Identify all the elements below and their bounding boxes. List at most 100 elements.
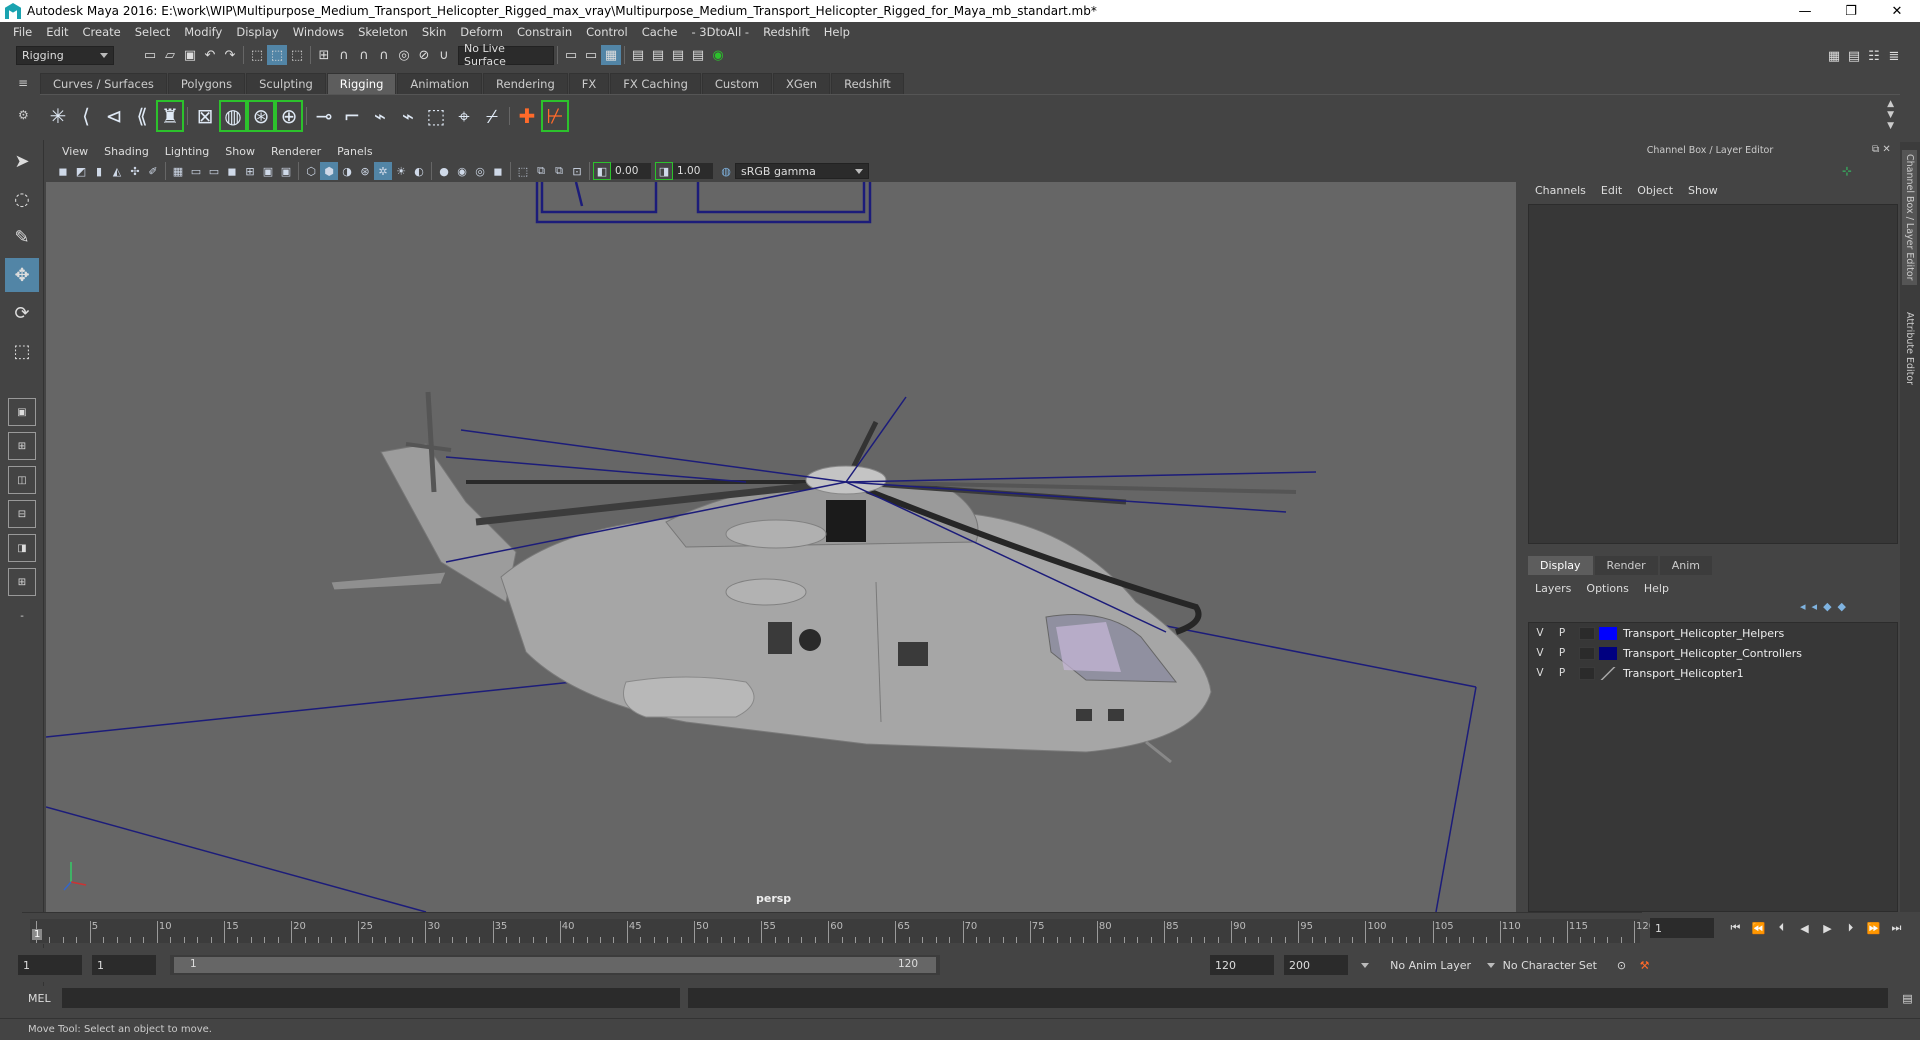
layer-tab-render[interactable]: Render [1594, 556, 1658, 575]
motion-blur-icon[interactable]: ● [435, 162, 453, 180]
ik-handle-icon[interactable]: ⊸ [310, 100, 338, 132]
open-scene-icon[interactable]: ▱ [160, 45, 180, 65]
time-slider-track[interactable]: 5 10 15 20 25 30 35 40 45 50 55 60 65 70 75 80 85 90 95 100… [30, 919, 1655, 943]
new-layer-icon[interactable]: ◆ [1823, 600, 1831, 613]
gamma-icon[interactable]: ◨ [655, 162, 673, 180]
layer-playback-toggle[interactable]: P [1551, 647, 1573, 659]
shelf-tab-fx[interactable]: FX [568, 73, 610, 94]
isolate-select-icon[interactable]: ◼ [489, 162, 507, 180]
shelf-settings-icon[interactable]: ⚙ [18, 108, 38, 122]
scene-start-field[interactable]: 1 [18, 955, 82, 975]
layer-menu-options[interactable]: Options [1581, 582, 1638, 595]
shelf-tab-rendering[interactable]: Rendering [483, 73, 568, 94]
shadows-icon[interactable]: ☀ [392, 162, 410, 180]
joint-tool-icon[interactable]: ✳ [44, 100, 72, 132]
shelf-tab-sculpting[interactable]: Sculpting [246, 73, 326, 94]
select-tool-icon[interactable]: ➤ [5, 144, 39, 178]
make-live-icon[interactable]: ⊘ [414, 45, 434, 65]
safe-action-icon[interactable]: ▣ [259, 162, 277, 180]
layer-display-type-swatch[interactable] [1579, 666, 1595, 680]
color-management-icon[interactable]: ◍ [717, 162, 735, 180]
wire-deformer-icon[interactable]: ⌖ [450, 100, 478, 132]
select-camera-icon[interactable]: ◼ [54, 162, 72, 180]
channel-box-axis-icon[interactable]: ⊹ [1842, 164, 1852, 178]
current-frame-field[interactable]: 1 [1650, 918, 1714, 938]
auto-key-icon[interactable]: ⊙ [1610, 955, 1633, 975]
ambient-occlusion-icon[interactable]: ◐ [410, 162, 428, 180]
menu-create[interactable]: Create [76, 25, 128, 39]
redo-icon[interactable]: ↷ [220, 45, 240, 65]
snap-point-icon[interactable]: ∩ [354, 45, 374, 65]
play-forwards-icon[interactable]: ▶ [1816, 918, 1839, 938]
lattice-icon[interactable]: ⌁ [394, 100, 422, 132]
paint-weights-icon[interactable]: ⊛ [247, 99, 275, 132]
rigid-bind-icon[interactable]: ⊕ [275, 99, 303, 132]
select-hierarchy-icon[interactable]: ⬚ [247, 45, 267, 65]
vp-menu-renderer[interactable]: Renderer [263, 145, 329, 158]
new-layer-selected-icon[interactable]: ◆ [1838, 600, 1846, 613]
mel-input[interactable] [62, 988, 680, 1008]
ipr-render-icon[interactable]: ▤ [668, 45, 688, 65]
layer-color-swatch[interactable] [1599, 666, 1617, 680]
layer-row[interactable]: V P Transport_Helicopter1 [1529, 663, 1897, 683]
gamma-field[interactable]: 1.00 [673, 163, 713, 179]
layer-color-swatch[interactable] [1599, 626, 1617, 640]
xray-joints-icon[interactable]: ⧉ [532, 162, 550, 180]
menu-select[interactable]: Select [128, 25, 177, 39]
go-to-start-icon[interactable]: ⏮ [1724, 918, 1747, 938]
anim-layer-dropdown[interactable]: No Anim Layer [1356, 955, 1476, 975]
layer-visibility-toggle[interactable]: V [1529, 647, 1551, 659]
layer-display-type-swatch[interactable] [1579, 626, 1595, 640]
vp-menu-shading[interactable]: Shading [96, 145, 157, 158]
select-component-icon[interactable]: ⬚ [287, 45, 307, 65]
menu-3dtoall[interactable]: - 3DtoAll - [684, 25, 756, 39]
shelf-scroll-arrows-icon[interactable]: ▲ ▼ ▼ [1887, 99, 1894, 132]
lasso-tool-icon[interactable]: ◌ [5, 182, 39, 216]
quick-rig-icon[interactable]: ♜ [156, 99, 184, 132]
shelf-tab-xgen[interactable]: XGen [772, 73, 831, 94]
vp-menu-lighting[interactable]: Lighting [157, 145, 217, 158]
menu-help[interactable]: Help [817, 25, 857, 39]
restore-button[interactable]: ❐ [1828, 0, 1874, 22]
workspace-icon[interactable]: ▦ [1824, 46, 1844, 66]
2d-pan-zoom-icon[interactable]: ✣ [126, 162, 144, 180]
persp-outliner-layout-icon[interactable]: ◨ [8, 534, 36, 562]
output-ops-icon[interactable]: ▭ [581, 45, 601, 65]
toggle-attribute-editor-icon[interactable]: ☷ [1864, 46, 1884, 66]
xray-active-icon[interactable]: ⧉ [550, 162, 568, 180]
wrap-deformer-icon[interactable]: ⌿ [478, 100, 506, 132]
menu-constrain[interactable]: Constrain [510, 25, 579, 39]
parent-constraint-icon[interactable]: ⊬ [541, 99, 569, 132]
construction-history-icon[interactable]: ▦ [601, 45, 621, 65]
shelf-tab-redshift[interactable]: Redshift [831, 73, 904, 94]
cb-menu-object[interactable]: Object [1632, 184, 1683, 197]
shelf-tab-animation[interactable]: Animation [397, 73, 483, 94]
layer-display-type-swatch[interactable] [1579, 646, 1595, 660]
move-layer-up-icon[interactable]: ◂ [1800, 600, 1806, 613]
gate-mask-icon[interactable]: ◼ [223, 162, 241, 180]
multisample-icon[interactable]: ◉ [453, 162, 471, 180]
use-all-lights-icon[interactable]: ✲ [374, 162, 392, 180]
blend-shape-icon[interactable]: ⬚ [422, 100, 450, 132]
script-editor-icon[interactable]: ▤ [1896, 988, 1919, 1008]
cluster-icon[interactable]: ⌁ [366, 100, 394, 132]
shelf-tab-rigging[interactable]: Rigging [326, 73, 397, 94]
move-tool-icon[interactable]: ✥ [5, 258, 39, 292]
layer-menu-layers[interactable]: Layers [1530, 582, 1581, 595]
step-back-key-icon[interactable]: ⏴ [1770, 918, 1793, 938]
four-view-layout-icon[interactable]: ⊞ [8, 432, 36, 460]
channel-box-area[interactable] [1528, 204, 1898, 544]
menu-skin[interactable]: Skin [415, 25, 453, 39]
cb-menu-edit[interactable]: Edit [1596, 184, 1632, 197]
menu-edit[interactable]: Edit [39, 25, 75, 39]
layer-menu-help[interactable]: Help [1639, 582, 1679, 595]
bookmark-icon[interactable]: ▮ [90, 162, 108, 180]
shelf-tab-custom[interactable]: Custom [701, 73, 772, 94]
persp-graph-layout-icon[interactable]: ⊟ [8, 500, 36, 528]
safe-title-icon[interactable]: ▣ [277, 162, 295, 180]
ik-spline-icon[interactable]: ⌐ [338, 100, 366, 132]
range-slider[interactable]: 1 120 [170, 955, 940, 975]
shelf-menu-icon[interactable]: ≡ [18, 76, 38, 90]
layer-visibility-toggle[interactable]: V [1529, 667, 1551, 679]
wireframe-on-shaded-icon[interactable]: ◑ [338, 162, 356, 180]
